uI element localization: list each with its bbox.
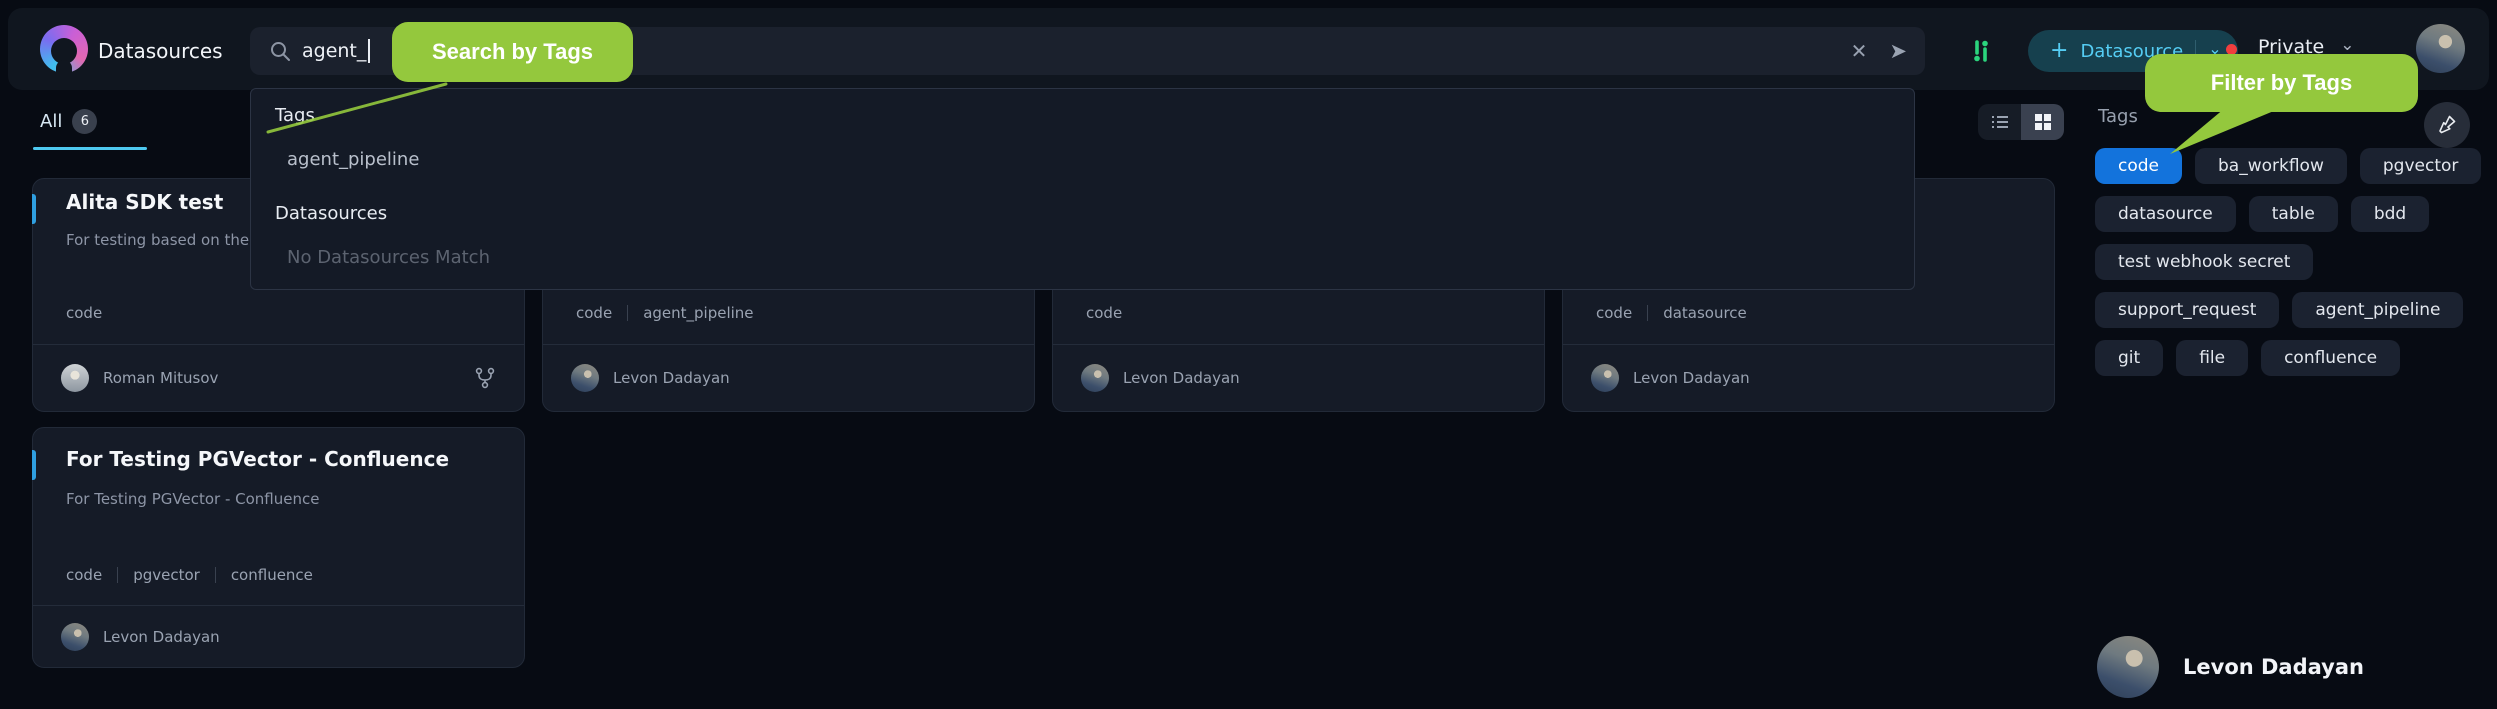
grid-view-button[interactable] [2021,104,2064,140]
tag-chip-agent-pipeline[interactable]: agent_pipeline [2292,292,2464,328]
clear-tags-button[interactable] [2424,102,2470,148]
tag-chip-git[interactable]: git [2095,340,2164,376]
callout-tail [2170,108,2281,154]
tag-chip-bdd[interactable]: bdd [2350,196,2430,232]
card-footer: Levon Dadayan [543,345,1034,411]
author-avatar [1081,364,1109,392]
tag-separator [627,305,629,321]
clear-search-icon[interactable]: ✕ [1851,41,1868,61]
card-accent [32,450,36,480]
chevron-down-icon: ⌄ [2340,34,2355,55]
author-name: Levon Dadayan [1633,369,1750,387]
datasources-page: Datasources agent_ ✕ ➤ + Datasource ⌄ Pr… [0,0,2497,709]
card-tag[interactable]: datasource [1663,304,1747,322]
author-avatar [61,364,89,392]
user-avatar[interactable] [2416,24,2465,73]
user-profile[interactable]: Levon Dadayan [2097,636,2364,698]
card-title: For Testing PGVector - Confluence [66,447,450,471]
callout-search-by-tags: Search by Tags [392,22,633,82]
card-footer: Levon Dadayan [1563,345,2054,411]
card-tag[interactable]: code [576,304,612,322]
view-toggle [1978,104,2064,140]
fork-icon[interactable] [474,366,496,390]
author-name: Levon Dadayan [613,369,730,387]
tab-all-label: All [40,111,63,132]
card-accent [32,194,36,224]
text-caret [368,39,371,63]
workflow-switch-icon[interactable] [1966,36,1996,66]
card-footer: Levon Dadayan [1053,345,1544,411]
author-avatar [61,622,89,651]
card-tags: code datasource [1596,304,1747,322]
plus-icon: + [2050,38,2069,63]
broom-icon [2439,115,2456,134]
callout-filter-by-tags: Filter by Tags [2145,54,2418,112]
card-tag[interactable]: agent_pipeline [643,304,753,322]
author-name: Roman Mitusov [103,369,219,387]
tag-separator [214,567,216,583]
no-match-text: No Datasources Match [287,247,490,268]
author-name: Levon Dadayan [103,627,220,646]
dropdown-section-datasources: Datasources [275,203,388,224]
grid-icon [2034,114,2051,130]
tags-panel: code ba_workflow pgvector datasource tab… [2095,148,2491,376]
card-description: For testing based on the [66,231,250,249]
datasource-card[interactable]: For Testing PGVector - Confluence For Te… [32,427,525,668]
app-logo-icon[interactable] [40,25,88,74]
card-tags: code agent_pipeline [576,304,754,322]
tag-chip-support-request[interactable]: support_request [2095,292,2280,328]
tab-count-badge: 6 [72,109,98,134]
tab-all[interactable]: All 6 [40,109,98,134]
card-tag[interactable]: confluence [231,566,313,584]
card-tag[interactable]: pgvector [133,566,200,584]
author-avatar [1591,364,1619,392]
tag-chip-confluence[interactable]: confluence [2261,340,2401,376]
card-tags: code [66,304,102,322]
tab-underline [33,147,147,150]
tag-chip-test-webhook-secret[interactable]: test webhook secret [2095,244,2314,280]
profile-avatar [2097,636,2159,698]
search-icon [271,42,290,61]
tag-chip-pgvector[interactable]: pgvector [2359,148,2482,184]
author-avatar [571,364,599,392]
tag-chip-datasource[interactable]: datasource [2095,196,2236,232]
list-view-button[interactable] [1978,104,2021,140]
card-tag[interactable]: code [1086,304,1122,322]
tag-separator [1647,305,1649,321]
list-icon [1991,116,2008,128]
card-tag[interactable]: code [1596,304,1632,322]
card-description: For Testing PGVector - Confluence [66,490,320,508]
card-footer: Levon Dadayan [33,606,524,667]
callout-tail [266,82,448,134]
card-tag[interactable]: code [66,304,102,322]
search-suggestions-dropdown: Tags agent_pipeline Datasources No Datas… [250,88,1915,290]
page-title: Datasources [98,39,223,63]
card-tags: code pgvector confluence [66,566,313,584]
tags-panel-header: Tags [2098,106,2138,127]
tag-chip-file[interactable]: file [2176,340,2249,376]
tag-chip-table[interactable]: table [2248,196,2338,232]
card-tags: code [1086,304,1122,322]
card-tag[interactable]: code [66,566,102,584]
tag-separator [117,567,119,583]
profile-name: Levon Dadayan [2183,655,2364,679]
search-value: agent_ [302,40,367,62]
send-icon[interactable]: ➤ [1889,39,1907,63]
tag-suggestion[interactable]: agent_pipeline [287,149,419,170]
author-name: Levon Dadayan [1123,369,1240,387]
card-title: Alita SDK test [66,190,224,214]
card-footer: Roman Mitusov [33,345,524,411]
